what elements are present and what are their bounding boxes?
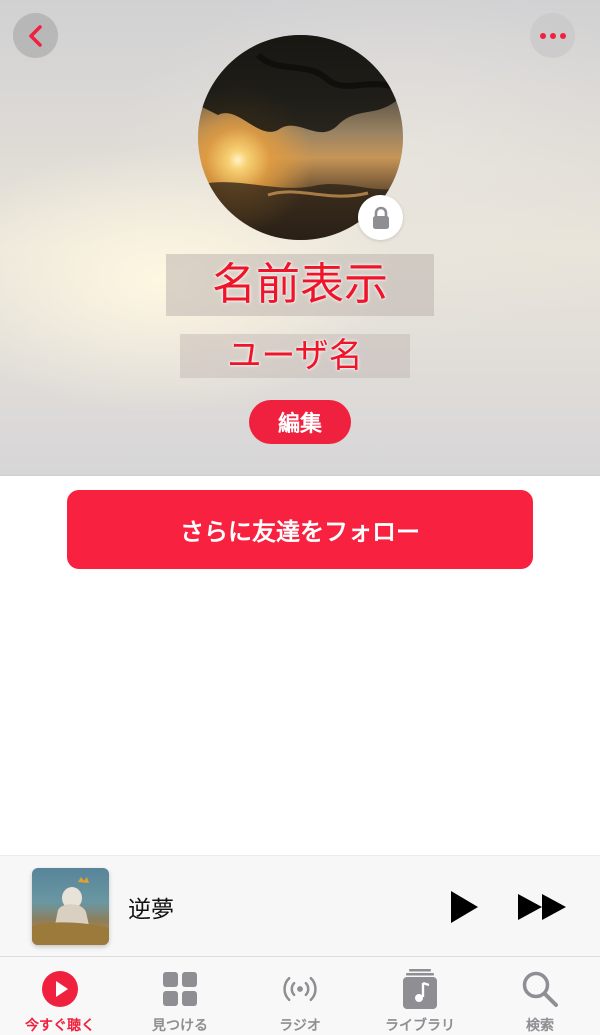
music-library-icon [400, 969, 440, 1009]
search-icon [520, 969, 560, 1009]
tab-browse[interactable]: 見つける [120, 957, 240, 1035]
radio-waves-icon [280, 969, 320, 1009]
tab-search[interactable]: 検索 [480, 957, 600, 1035]
album-art-image [32, 877, 109, 945]
tab-label: ライブラリ [385, 1018, 455, 1034]
back-button[interactable] [13, 13, 58, 58]
play-button[interactable] [448, 889, 480, 925]
follow-more-friends-button[interactable]: さらに友達をフォロー [67, 490, 533, 569]
more-options-button[interactable] [530, 13, 575, 58]
play-icon [451, 891, 478, 923]
profile-header: 名前表示 ユーザ名 編集 [0, 0, 600, 476]
tab-radio[interactable]: ラジオ [240, 957, 360, 1035]
private-lock-badge [358, 195, 403, 240]
tab-label: 見つける [152, 1018, 208, 1034]
ellipsis-icon [539, 32, 566, 39]
mini-player[interactable]: 逆夢 [0, 855, 600, 956]
fast-forward-icon [518, 894, 566, 920]
username: ユーザ名 [180, 334, 410, 378]
fast-forward-button[interactable] [516, 892, 568, 922]
tab-label: 検索 [526, 1018, 554, 1034]
chevron-left-icon [28, 24, 42, 47]
edit-profile-button[interactable]: 編集 [249, 400, 351, 444]
tab-listen-now[interactable]: 今すぐ聴く [0, 957, 120, 1035]
lock-icon [372, 206, 389, 229]
play-circle-icon [40, 969, 80, 1009]
display-name: 名前表示 [166, 254, 434, 316]
grid-icon [160, 969, 200, 1009]
now-playing-title[interactable]: 逆夢 [128, 890, 174, 924]
tab-bar: 今すぐ聴く 見つける ラジオ ライブラリ 検索 [0, 956, 600, 1035]
tab-library[interactable]: ライブラリ [360, 957, 480, 1035]
tab-label: 今すぐ聴く [25, 1018, 95, 1034]
tab-label: ラジオ [279, 1018, 321, 1034]
now-playing-artwork[interactable] [32, 868, 109, 945]
